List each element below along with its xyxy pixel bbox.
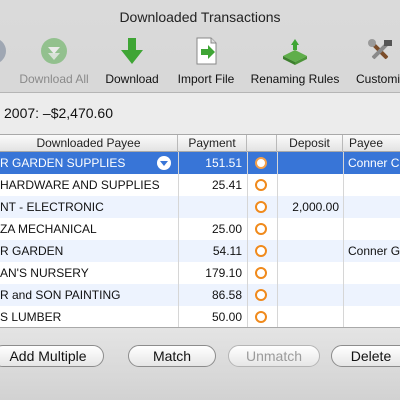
table-row[interactable]: ZA MECHANICAL 25.00	[0, 218, 400, 240]
downloaded-payee-cell: AN'S NURSERY	[0, 266, 89, 280]
deposit-cell	[277, 284, 339, 306]
downloaded-payee-cell: S LUMBER	[0, 310, 62, 324]
unmatch-button[interactable]: Unmatch	[228, 345, 320, 367]
table-row[interactable]: R and SON PAINTING 86.58	[0, 284, 400, 306]
downloaded-payee-cell: R and SON PAINTING	[0, 288, 121, 302]
toolbar-offscreen-item[interactable]	[0, 32, 8, 92]
payment-cell	[178, 196, 242, 218]
payment-cell: 50.00	[211, 310, 242, 324]
downloaded-payee-cell: R GARDEN SUPPLIES	[0, 156, 126, 170]
table-row[interactable]: R GARDEN SUPPLIES 151.51 Conner C	[0, 152, 400, 174]
toolbar-download-all-button[interactable]: Download All	[8, 32, 100, 92]
transactions-table[interactable]: Downloaded Payee Payment Deposit Payee R…	[0, 134, 400, 327]
match-radio-icon[interactable]	[255, 311, 267, 323]
renaming-rules-icon	[283, 39, 307, 65]
downloaded-transactions-window: Downloaded Transactions Download All Dow…	[0, 0, 400, 400]
downloaded-payee-cell: ZA MECHANICAL	[0, 222, 97, 236]
deposit-cell	[277, 306, 339, 328]
payee-cell	[348, 218, 400, 240]
button-bar: Add Multiple Match Unmatch Delete	[0, 327, 400, 400]
column-header-deposit[interactable]: Deposit	[277, 135, 343, 152]
delete-button[interactable]: Delete	[331, 345, 400, 367]
toolbar-label: Download	[105, 72, 159, 86]
match-radio-icon[interactable]	[255, 201, 267, 213]
payee-cell	[348, 196, 400, 218]
deposit-cell	[277, 152, 339, 174]
match-radio-icon[interactable]	[255, 179, 267, 191]
match-radio-icon[interactable]	[255, 289, 267, 301]
window-title: Downloaded Transactions	[119, 9, 281, 25]
column-header-payee[interactable]: Payee	[343, 135, 400, 152]
payment-cell: 86.58	[211, 288, 242, 302]
payee-cell	[348, 262, 400, 284]
column-header-payment[interactable]: Payment	[178, 135, 247, 152]
downloaded-payee-cell: HARDWARE AND SUPPLIES	[0, 178, 160, 192]
column-header-status[interactable]	[247, 135, 277, 152]
toolbar-label: Download All	[19, 72, 89, 86]
match-radio-icon[interactable]	[255, 267, 267, 279]
table-row[interactable]: S LUMBER 50.00	[0, 306, 400, 328]
deposit-cell	[277, 174, 339, 196]
deposit-cell: 2,000.00	[292, 200, 339, 214]
payee-cell	[348, 174, 400, 196]
table-row[interactable]: HARDWARE AND SUPPLIES 25.41	[0, 174, 400, 196]
toolbar-label: Renaming Rules	[250, 72, 340, 86]
table-row[interactable]: R GARDEN 54.11 Conner G	[0, 240, 400, 262]
column-header-downloaded-payee[interactable]: Downloaded Payee	[0, 135, 178, 152]
summary-bar: 2007: –$2,470.60	[0, 92, 400, 134]
toolbar-download-button[interactable]: Download	[101, 32, 163, 92]
payment-cell: 179.10	[205, 266, 242, 280]
payee-cell	[348, 306, 400, 328]
deposit-cell	[277, 218, 339, 240]
match-button[interactable]: Match	[128, 345, 216, 367]
download-icon	[121, 38, 143, 64]
deposit-cell	[277, 262, 339, 284]
summary-text: 2007: –$2,470.60	[4, 105, 113, 121]
match-radio-icon[interactable]	[255, 223, 267, 235]
payee-cell: Conner G	[348, 244, 400, 258]
toolbar-partial-icon	[0, 40, 6, 62]
import-file-icon	[196, 37, 217, 65]
toolbar-import-file-button[interactable]: Import File	[169, 32, 243, 92]
toolbar: Download All Download Import File Renami…	[0, 32, 400, 92]
downloaded-payee-cell: NT - ELECTRONIC	[0, 200, 104, 214]
table-header: Downloaded Payee Payment Deposit Payee	[0, 135, 400, 152]
table-row[interactable]: AN'S NURSERY 179.10	[0, 262, 400, 284]
column-divider	[247, 152, 248, 327]
toolbar-label: Customi	[356, 72, 400, 86]
column-divider	[178, 152, 179, 327]
chevron-down-icon[interactable]	[157, 156, 171, 170]
table-row[interactable]: NT - ELECTRONIC 2,000.00	[0, 196, 400, 218]
payment-cell: 54.11	[212, 244, 242, 258]
tools-icon	[368, 39, 392, 60]
toolbar-label: Import File	[177, 72, 235, 86]
add-multiple-button[interactable]: Add Multiple	[0, 345, 104, 367]
column-divider	[277, 152, 278, 327]
column-divider	[343, 152, 344, 327]
toolbar-renaming-rules-button[interactable]: Renaming Rules	[247, 32, 343, 92]
toolbar-customize-button[interactable]: Customi	[350, 32, 400, 92]
payee-cell	[348, 284, 400, 306]
payment-cell: 151.51	[205, 156, 242, 170]
payment-cell: 25.00	[211, 222, 242, 236]
payee-cell: Conner C	[348, 156, 400, 170]
downloaded-payee-cell: R GARDEN	[0, 244, 64, 258]
payment-cell: 25.41	[211, 178, 242, 192]
download-all-icon	[41, 38, 67, 64]
match-radio-icon[interactable]	[255, 157, 267, 169]
deposit-cell	[277, 240, 339, 262]
match-radio-icon[interactable]	[255, 245, 267, 257]
